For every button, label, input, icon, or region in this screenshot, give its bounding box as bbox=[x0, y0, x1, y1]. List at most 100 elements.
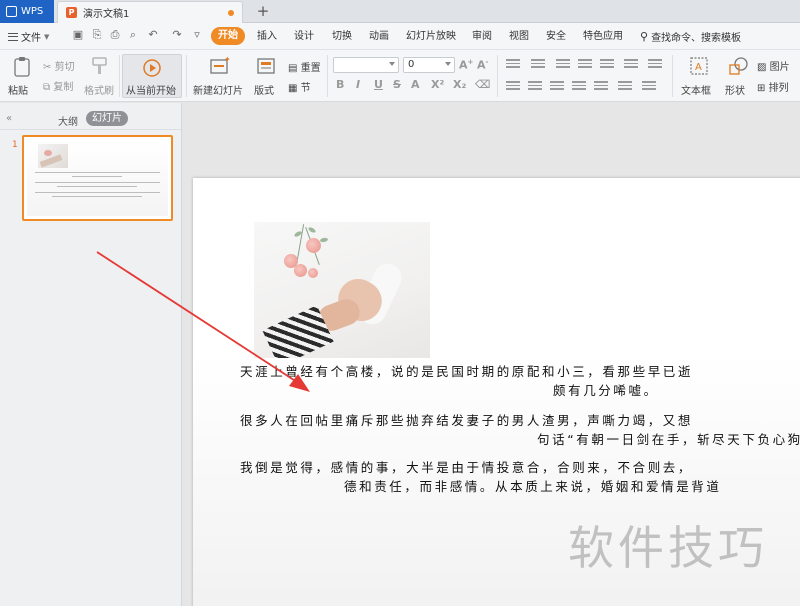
file-menu-button[interactable]: 文件 ▼ bbox=[8, 29, 49, 44]
reset-button[interactable]: ▤ 重置 bbox=[288, 59, 321, 74]
section-label: 节 bbox=[300, 83, 311, 94]
text-direction-icon[interactable] bbox=[624, 59, 638, 71]
slides-tab[interactable]: 幻灯片 bbox=[86, 111, 128, 126]
from-current-button[interactable]: 从当前开始 bbox=[122, 54, 182, 98]
undo-icon[interactable]: ↶ bbox=[147, 29, 159, 41]
ribbon-divider bbox=[497, 55, 498, 97]
justify-icon[interactable] bbox=[572, 81, 586, 93]
thumbnail-text-line bbox=[35, 192, 160, 193]
menu-insert[interactable]: 插入 bbox=[257, 29, 277, 44]
menu-bar: 文件 ▼ ▣ ⎘ ⎙ ⌕ ↶ ↷ ▿ 开始 插入 设计 切换 动画 幻灯片放映 … bbox=[0, 23, 800, 50]
indent-decrease-icon[interactable] bbox=[556, 59, 570, 71]
menu-review[interactable]: 审阅 bbox=[472, 29, 492, 44]
flower bbox=[308, 268, 318, 278]
wps-home-tab[interactable]: WPS bbox=[0, 0, 54, 23]
layout-icon bbox=[257, 58, 275, 74]
search-icon: ⚲ bbox=[640, 30, 649, 43]
columns-icon[interactable] bbox=[618, 81, 632, 93]
subscript-icon[interactable]: X₂ bbox=[453, 78, 466, 91]
wps-tab-label: WPS bbox=[21, 6, 44, 17]
text-box-icon: A bbox=[690, 57, 708, 75]
menu-start[interactable]: 开始 bbox=[211, 27, 245, 45]
export-pdf-icon[interactable]: ⎘ bbox=[91, 29, 103, 41]
slide-photo[interactable] bbox=[254, 222, 430, 358]
document-tab[interactable]: P 演示文稿1 bbox=[57, 1, 243, 23]
menu-slideshow[interactable]: 幻灯片放映 bbox=[406, 29, 456, 44]
shape-button[interactable]: 形状 bbox=[723, 56, 753, 98]
customize-toolbar-icon[interactable]: ▿ bbox=[191, 29, 203, 41]
underline-button[interactable]: U bbox=[374, 78, 383, 91]
command-search[interactable]: ⚲ 查找命令、搜索模板 bbox=[640, 29, 741, 44]
presentation-icon: P bbox=[66, 7, 77, 18]
menu-security[interactable]: 安全 bbox=[546, 29, 566, 44]
menu-transition[interactable]: 切换 bbox=[332, 29, 352, 44]
play-icon bbox=[143, 59, 161, 77]
font-size-select[interactable]: 0 bbox=[403, 57, 455, 73]
align-left-icon[interactable] bbox=[506, 81, 520, 93]
arrange-button[interactable]: ⊞ 排列 bbox=[757, 79, 789, 94]
slide-paragraph-3[interactable]: 我倒是觉得，感情的事，大半是由于情投意合，合则来，不合则去， 德和责任，而非感情… bbox=[240, 457, 800, 495]
menu-special-apps[interactable]: 特色应用 bbox=[583, 29, 623, 44]
menu-design[interactable]: 设计 bbox=[294, 29, 314, 44]
ribbon-divider bbox=[119, 55, 120, 97]
bold-button[interactable]: B bbox=[336, 78, 344, 91]
wps-logo-icon bbox=[6, 6, 17, 17]
align-right-icon[interactable] bbox=[550, 81, 564, 93]
clear-format-icon[interactable]: ⌫ bbox=[475, 78, 491, 91]
distributed-icon[interactable] bbox=[594, 81, 608, 93]
shape-label: 形状 bbox=[725, 86, 745, 97]
slide-paragraph-1[interactable]: 天涯上曾经有个高楼，说的是民国时期的原配和小三，看那些早已逝 颇有几分唏嘘。 bbox=[240, 361, 800, 399]
new-tab-button[interactable]: + bbox=[255, 2, 271, 20]
bullets-icon[interactable] bbox=[506, 59, 520, 71]
arrange-icon: ⊞ bbox=[757, 83, 766, 94]
align-text-icon[interactable] bbox=[642, 81, 656, 93]
superscript-icon[interactable]: X² bbox=[431, 78, 444, 91]
convert-smartart-icon[interactable] bbox=[648, 59, 662, 71]
strikethrough-button[interactable]: S bbox=[393, 78, 401, 91]
text-box-label: 文本框 bbox=[681, 86, 711, 97]
collapse-panel-icon[interactable]: « bbox=[6, 113, 12, 124]
print-icon[interactable]: ⎙ bbox=[109, 29, 121, 41]
layout-button[interactable]: 版式 bbox=[253, 56, 279, 98]
ribbon-divider bbox=[672, 55, 673, 97]
slide-thumbnail-content bbox=[27, 140, 168, 216]
increase-font-icon[interactable]: A+ bbox=[459, 58, 473, 72]
redo-icon[interactable]: ↷ bbox=[171, 29, 183, 41]
slide-paragraph-2[interactable]: 很多人在回帖里痛斥那些抛弃结发妻子的男人渣男，声嘶力竭，又想 句话“有朝一日剑在… bbox=[240, 410, 800, 448]
indent-increase-icon[interactable] bbox=[578, 59, 592, 71]
italic-button[interactable]: I bbox=[356, 78, 360, 91]
format-painter-button[interactable]: 格式刷 bbox=[84, 56, 116, 98]
numbering-icon[interactable] bbox=[531, 59, 545, 71]
new-slide-button[interactable]: ✦ 新建幻灯片 bbox=[193, 56, 245, 98]
slide-thumbnail[interactable] bbox=[22, 135, 173, 221]
text-box-button[interactable]: A 文本框 bbox=[681, 56, 717, 98]
tab-strip: WPS P 演示文稿1 + bbox=[0, 0, 800, 23]
outline-tab[interactable]: 大纲 bbox=[58, 113, 78, 128]
line-spacing-icon[interactable] bbox=[600, 59, 614, 71]
watermark-text: 软件技巧 bbox=[568, 521, 768, 575]
thumbnail-text-line bbox=[57, 186, 137, 187]
thumbnail-text-line bbox=[72, 176, 122, 177]
text-shadow-icon[interactable]: A bbox=[411, 78, 420, 91]
section-button[interactable]: ▦ 节 bbox=[288, 79, 311, 94]
document-tab-label: 演示文稿1 bbox=[83, 9, 130, 20]
paragraph-line: 天涯上曾经有个高楼，说的是民国时期的原配和小三，看那些早已逝 bbox=[240, 364, 694, 379]
menu-view[interactable]: 视图 bbox=[509, 29, 529, 44]
menu-animation[interactable]: 动画 bbox=[369, 29, 389, 44]
save-icon[interactable]: ▣ bbox=[72, 29, 84, 41]
paste-button[interactable]: 粘贴 bbox=[8, 56, 38, 98]
file-menu-label: 文件 bbox=[21, 33, 41, 44]
print-preview-icon[interactable]: ⌕ bbox=[127, 29, 139, 41]
align-center-icon[interactable] bbox=[528, 81, 542, 93]
paragraph-line: 句话“有朝一日剑在手，斩尽天下负心狗。”不由得 bbox=[537, 432, 800, 447]
leaf bbox=[307, 226, 317, 234]
picture-button[interactable]: ▨ 图片 bbox=[757, 58, 790, 73]
font-family-select[interactable] bbox=[333, 57, 399, 73]
cut-button[interactable]: ✂ 剪切 bbox=[43, 58, 75, 73]
decrease-font-icon[interactable]: A- bbox=[477, 58, 488, 72]
thumbnail-text-line bbox=[52, 196, 142, 197]
copy-icon: ⧉ bbox=[43, 82, 51, 93]
svg-text:✦: ✦ bbox=[224, 56, 231, 64]
unsaved-dot-icon bbox=[228, 10, 234, 16]
copy-button[interactable]: ⧉ 复制 bbox=[43, 78, 73, 93]
